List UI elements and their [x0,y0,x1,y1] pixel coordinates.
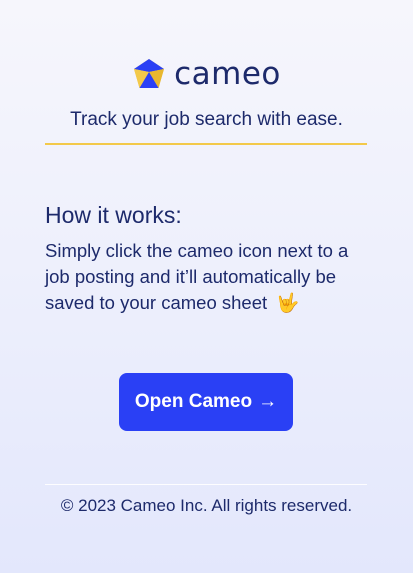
how-it-works-description: Simply click the cameo icon next to a jo… [45,238,375,317]
love-you-gesture-icon: 🤟 [276,293,300,314]
header-divider [45,143,367,145]
footer-divider [45,484,367,485]
brand-name: cameo [174,56,281,92]
how-it-works-text: Simply click the cameo icon next to a jo… [45,240,349,313]
how-it-works-title: How it works: [45,202,182,228]
copyright-text: © 2023 Cameo Inc. All rights reserved. [60,496,353,515]
brand-header: cameo [0,54,413,94]
open-cameo-button[interactable]: Open Cameo → [119,373,293,431]
cameo-logo-icon [134,59,165,88]
open-cameo-button-label: Open Cameo [134,391,253,412]
tagline: Track your job search with ease. [70,109,343,130]
arrow-right-icon: → [258,391,278,412]
